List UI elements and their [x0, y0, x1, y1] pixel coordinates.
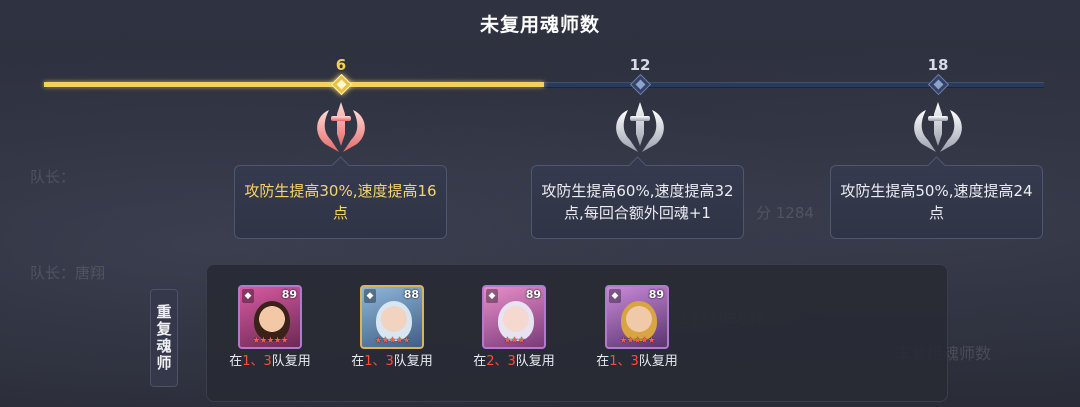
hero-card[interactable]: ◆ 89 ★★★★★ 在1、3队复用	[593, 285, 681, 371]
bonus-text-6: 攻防生提高30%,速度提高16点	[244, 182, 437, 222]
hero-portrait[interactable]: ◆ 89 ★★★	[482, 285, 546, 349]
hero-stars: ★★★★★	[252, 336, 288, 346]
reused-heroes-label: 重复魂师	[150, 289, 178, 387]
bonus-card-6: 攻防生提高30%,速度提高16点	[234, 165, 447, 239]
hero-portrait[interactable]: ◆ 89 ★★★★★	[605, 285, 669, 349]
bonus-card-12: 攻防生提高60%,速度提高32点,每回合额外回魂+1	[531, 165, 744, 239]
faction-icon: ◆	[242, 289, 254, 303]
reused-heroes-panel	[206, 264, 948, 402]
reused-heroes-label-text: 重复魂师	[154, 304, 173, 372]
reuse-text: 在1、3队复用	[229, 354, 311, 369]
hero-portrait[interactable]: ◆ 89 ★★★★★	[238, 285, 302, 349]
progress-fill	[44, 82, 544, 87]
hero-level: 89	[648, 288, 664, 301]
reuse-text: 在1、3队复用	[596, 354, 678, 369]
bonus-text-18: 攻防生提高50%,速度提高24点	[840, 182, 1033, 222]
rune-emblem-locked-icon	[616, 102, 664, 152]
faction-icon: ◆	[364, 289, 376, 303]
hero-card[interactable]: ◆ 89 ★★★ 在2、3队复用	[470, 285, 558, 371]
hero-level: 89	[281, 288, 297, 301]
milestone-node-18	[926, 72, 950, 96]
hero-level: 88	[403, 288, 419, 301]
faction-icon: ◆	[609, 289, 621, 303]
hero-stars: ★★★	[503, 336, 525, 346]
hero-stars: ★★★★★	[619, 336, 655, 346]
reuse-text: 在2、3队复用	[473, 354, 555, 369]
faction-icon: ◆	[486, 289, 498, 303]
ghost-score: 分 1284	[756, 204, 814, 222]
rune-emblem-active-icon	[317, 102, 365, 152]
rune-emblem-locked-icon	[914, 102, 962, 152]
hero-card[interactable]: ◆ 89 ★★★★★ 在1、3队复用	[226, 285, 314, 371]
hero-portrait[interactable]: ◆ 88 ★★★★★	[360, 285, 424, 349]
hero-card[interactable]: ◆ 88 ★★★★★ 在1、3队复用	[348, 285, 436, 371]
reuse-text: 在1、3队复用	[351, 354, 433, 369]
hero-stars: ★★★★★	[374, 336, 410, 346]
ghost-captain-label: 队长：	[30, 168, 76, 186]
page-title: 未复用魂师数	[479, 14, 600, 36]
milestone-node-12	[628, 72, 652, 96]
progress-track	[44, 82, 1044, 88]
milestone-node-6	[329, 72, 353, 96]
bonus-text-12: 攻防生提高60%,速度提高32点,每回合额外回魂+1	[541, 182, 734, 222]
hero-level: 89	[525, 288, 541, 301]
bonus-card-18: 攻防生提高50%,速度提高24点	[830, 165, 1043, 239]
ghost-captain-name: 队长：唐翔	[30, 264, 106, 282]
